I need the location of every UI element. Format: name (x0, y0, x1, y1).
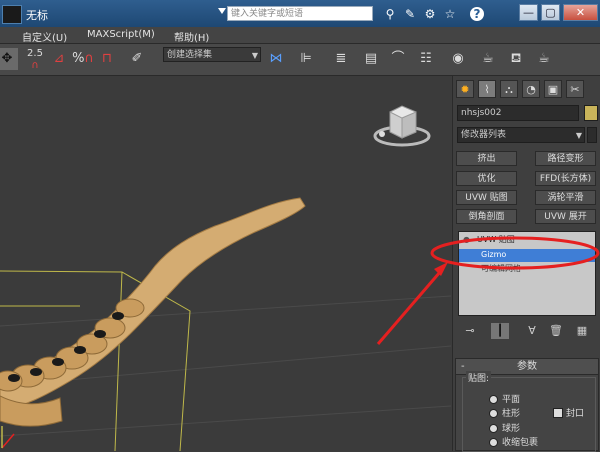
settings-icon[interactable]: ⚙ (422, 6, 438, 22)
title-bar: 无标 键入关键字或短语 ⚲ ✎ ⚙ ☆ ? — ▢ ✕ (0, 0, 600, 27)
command-panel: ✹ ⌇ ⛬ ◔ ▣ ✂ nhsjs002 修改器列表 ▼ 挤出 路径变形 优化 F… (430, 76, 600, 452)
stack-buttons: ⊸ ┃ ∀ 🗑 ▦ (457, 323, 597, 341)
title-dropdown-icon[interactable] (218, 8, 226, 14)
binoculars-icon[interactable]: ⚲ (382, 6, 398, 22)
align-icon[interactable]: ⊫ (295, 48, 317, 70)
mirror-icon[interactable]: ⋈ (265, 48, 287, 70)
cap-label: 封口 (566, 409, 585, 419)
create-tab-icon[interactable]: ✹ (456, 80, 474, 98)
schematic-view-icon[interactable]: ☷ (415, 48, 437, 70)
uvw-map-button[interactable]: UVW 贴图 (456, 190, 517, 205)
radio-shrink-wrap[interactable] (489, 438, 498, 447)
modifier-list-scroll[interactable] (587, 127, 597, 143)
selection-set-value: 创建选择集 (167, 50, 213, 60)
axis-tripod (1, 426, 15, 449)
snap-toggle-button[interactable]: 2.5 ∩ (24, 48, 46, 71)
edit-named-selection-icon[interactable]: ✐ (126, 48, 148, 70)
ffd-box-button[interactable]: FFD(长方体) (535, 171, 596, 186)
named-selection-set-dropdown[interactable]: 创建选择集 ▼ (163, 47, 261, 62)
mapping-group-label: 贴图: (466, 371, 492, 384)
material-editor-icon[interactable]: ◉ (447, 48, 469, 70)
search-input[interactable]: 键入关键字或短语 (227, 6, 373, 21)
render-frame-icon[interactable]: ⛾ (505, 48, 527, 70)
radio-cylindrical-label: 柱形 (502, 409, 521, 419)
path-deform-button[interactable]: 路径变形 (535, 151, 596, 166)
radio-spherical-label: 球形 (502, 424, 521, 434)
window-title: 无标 (26, 9, 48, 22)
perspective-viewport[interactable] (0, 76, 451, 451)
viewport-scene (0, 105, 451, 451)
modify-tab-icon[interactable]: ⌇ (478, 80, 496, 98)
parameters-rollout: - 参数 贴图: 平面 柱形 封口 球形 收缩包裹 (455, 358, 599, 452)
radio-cylindrical[interactable] (489, 409, 498, 418)
remove-modifier-icon[interactable]: 🗑 (547, 323, 565, 339)
make-unique-icon[interactable]: ∀ (523, 323, 541, 339)
main-toolbar: ✥ 2.5 ∩ ⊿ %∩ ⊓ ✐ ⋈ ⊫ ≣ ▤ ⌒ ☷ ◉ ☕ ⛾ ☕ (0, 44, 600, 76)
menu-bar: ) 自定义(U) MAXScript(M) 帮助(H) (0, 27, 600, 44)
hierarchy-tab-icon[interactable]: ⛬ (500, 80, 518, 98)
menu-help[interactable]: 帮助(H) (174, 29, 209, 44)
unwrap-uvw-button[interactable]: UVW 展开 (535, 209, 596, 224)
minimize-button[interactable]: — (519, 4, 538, 21)
cap-checkbox[interactable] (553, 408, 563, 418)
help-icon[interactable]: ? (470, 7, 484, 21)
star-icon[interactable]: ☆ (442, 6, 458, 22)
motion-tab-icon[interactable]: ◔ (522, 80, 540, 98)
menu-maxscript[interactable]: MAXScript(M) (87, 29, 155, 40)
turbosmooth-button[interactable]: 涡轮平滑 (535, 190, 596, 205)
render-setup-icon[interactable]: ☕ (477, 48, 499, 70)
percent-snap-button[interactable]: %∩ (72, 48, 94, 70)
percent-symbol: % (72, 51, 85, 66)
layer-manager-icon[interactable]: ≣ (330, 48, 352, 70)
modifier-list-dropdown[interactable]: 修改器列表 ▼ (457, 127, 585, 143)
render-icon[interactable]: ☕ (533, 48, 555, 70)
modifier-list-value: 修改器列表 (461, 130, 507, 140)
spinner-snap-icon[interactable]: ⊓ (96, 48, 118, 70)
menu-customize[interactable]: 自定义(U) (22, 29, 67, 44)
select-move-icon[interactable]: ✥ (0, 48, 18, 70)
object-name-field[interactable]: nhsjs002 (457, 105, 579, 121)
close-button[interactable]: ✕ (563, 4, 598, 21)
display-tab-icon[interactable]: ▣ (544, 80, 562, 98)
pin-stack-icon[interactable]: ⊸ (461, 323, 479, 339)
annotation-arrow (376, 262, 448, 345)
highlight-ellipse (430, 236, 600, 270)
curve-editor-icon[interactable]: ⌒ (387, 48, 409, 70)
graphite-tools-icon[interactable]: ▤ (360, 48, 382, 70)
radio-shrink-wrap-label: 收缩包裹 (502, 438, 539, 448)
show-end-result-icon[interactable]: ┃ (491, 323, 509, 339)
viewcube-icon[interactable] (373, 105, 431, 147)
utilities-tab-icon[interactable]: ✂ (566, 80, 584, 98)
object-color-swatch[interactable] (584, 105, 598, 121)
app-logo-icon[interactable] (2, 5, 22, 24)
extrude-button[interactable]: 挤出 (456, 151, 517, 166)
maximize-button[interactable]: ▢ (541, 4, 560, 21)
optimize-button[interactable]: 优化 (456, 171, 517, 186)
radio-planar-label: 平面 (502, 395, 521, 405)
angle-snap-icon[interactable]: ⊿ (48, 48, 70, 70)
bevel-profile-button[interactable]: 倒角剖面 (456, 209, 517, 224)
radio-spherical[interactable] (489, 424, 498, 433)
radio-planar[interactable] (489, 395, 498, 404)
spine-model[interactable] (0, 197, 306, 427)
parameters-title: 参数 (517, 361, 537, 372)
tools-icon[interactable]: ✎ (402, 6, 418, 22)
snap-value: 2.5 (27, 48, 43, 59)
configure-sets-icon[interactable]: ▦ (573, 323, 591, 339)
